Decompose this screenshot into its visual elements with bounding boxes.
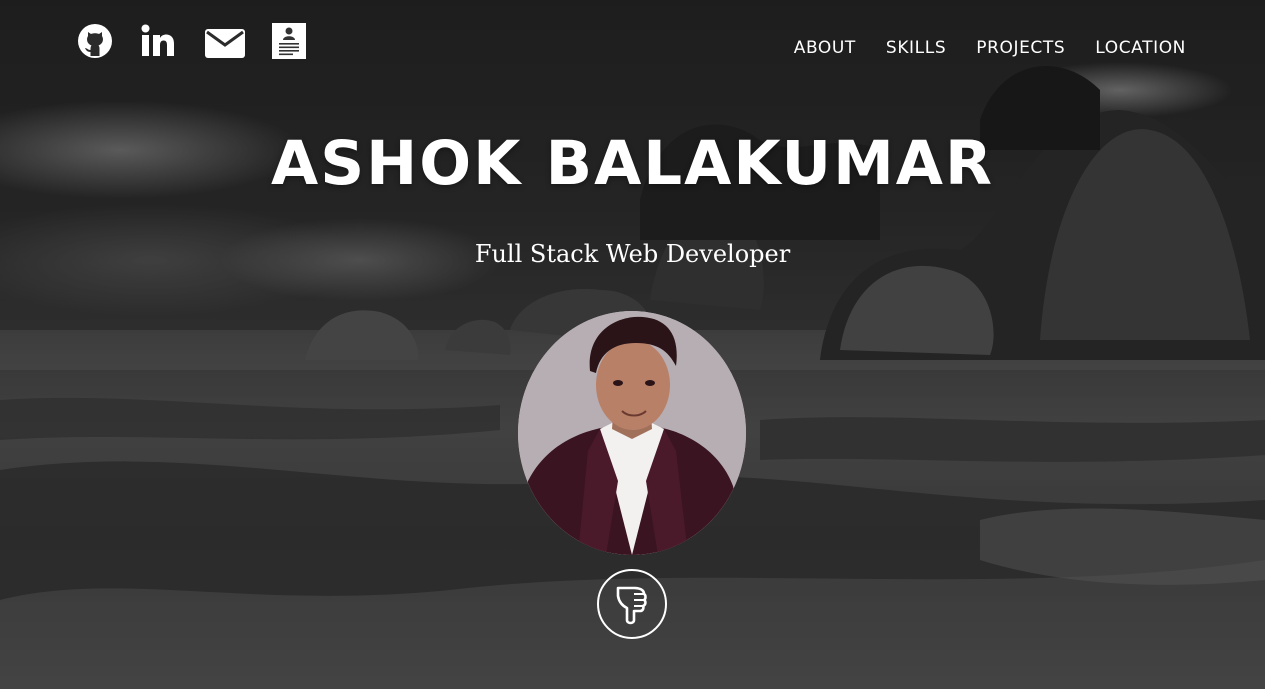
linkedin-icon bbox=[141, 24, 174, 56]
tagline: Full Stack Web Developer bbox=[474, 240, 791, 268]
resume-link[interactable] bbox=[272, 22, 306, 60]
pointing-down-hand-icon bbox=[616, 586, 647, 625]
linkedin-link[interactable] bbox=[140, 22, 178, 60]
nav-projects[interactable]: PROJECTS bbox=[976, 38, 1065, 58]
github-icon bbox=[78, 24, 112, 58]
social-links bbox=[76, 22, 332, 60]
nav-skills[interactable]: SKILLS bbox=[886, 38, 946, 58]
email-link[interactable] bbox=[204, 22, 246, 60]
profile-photo bbox=[518, 311, 746, 555]
nav-about[interactable]: ABOUT bbox=[794, 38, 856, 58]
resume-icon bbox=[272, 23, 306, 59]
scroll-down-button[interactable] bbox=[597, 569, 667, 639]
avatar bbox=[518, 311, 746, 555]
envelope-icon bbox=[205, 29, 245, 58]
github-link[interactable] bbox=[76, 22, 114, 60]
main-nav: ABOUT SKILLS PROJECTS LOCATION bbox=[764, 38, 1186, 58]
nav-location[interactable]: LOCATION bbox=[1095, 38, 1186, 58]
page-title: ASHOK BALAKUMAR bbox=[271, 128, 994, 199]
